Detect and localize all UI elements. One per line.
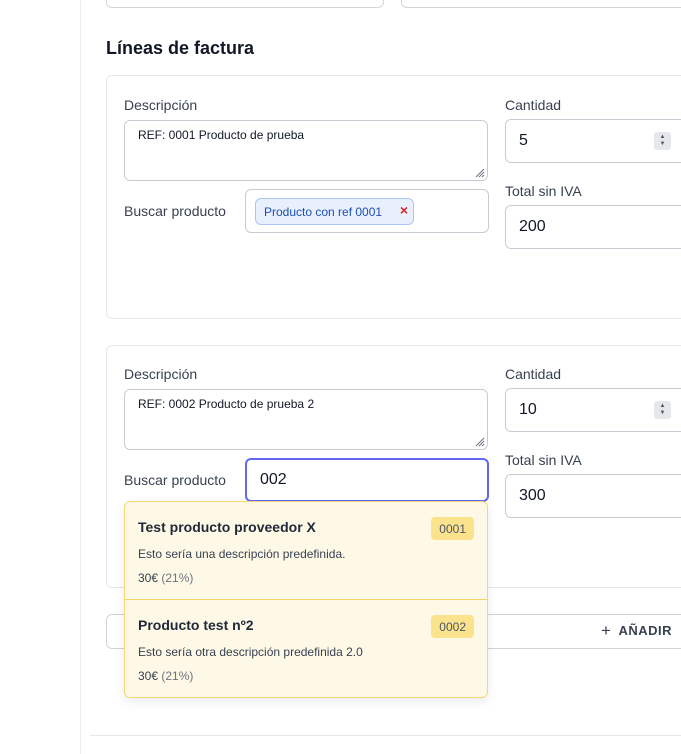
- total-value: 300: [519, 487, 546, 504]
- product-option-description: Esto sería una descripción predefinida.: [138, 547, 346, 561]
- product-search-input[interactable]: 002: [245, 458, 489, 502]
- product-suggestions-dropdown: Test producto proveedor X 0001 Esto serí…: [124, 501, 488, 698]
- product-option-price: 30€ (21%): [138, 571, 193, 585]
- resize-grip-icon[interactable]: [473, 166, 485, 178]
- previous-field-right[interactable]: [401, 0, 681, 8]
- product-ref-badge: 0002: [431, 615, 474, 638]
- selected-product-chip: Producto con ref 0001 ×: [255, 198, 414, 225]
- product-search-input[interactable]: Producto con ref 0001 ×: [245, 189, 489, 233]
- page-divider: [80, 0, 81, 754]
- product-ref-badge: 0001: [431, 517, 474, 540]
- selected-product-label: Producto con ref 0001: [264, 204, 383, 219]
- search-product-label: Buscar producto: [124, 472, 226, 488]
- add-line-label: AÑADIR: [618, 623, 672, 638]
- form-bottom-divider: [90, 735, 681, 736]
- price-value: 30€: [138, 669, 159, 683]
- total-label: Total sin IVA: [505, 452, 582, 468]
- section-title: Líneas de factura: [106, 38, 255, 58]
- description-label: Descripción: [124, 97, 198, 113]
- add-line-button[interactable]: + AÑADIR: [601, 620, 672, 640]
- description-textarea[interactable]: REF: 0002 Producto de prueba 2: [124, 389, 488, 450]
- stepper-arrows-icon[interactable]: ▲ ▼: [654, 401, 671, 419]
- price-value: 30€: [138, 571, 159, 585]
- product-option-title: Producto test nº2: [138, 617, 254, 633]
- description-textarea[interactable]: REF: 0001 Producto de prueba: [124, 120, 488, 181]
- product-option-title: Test producto proveedor X: [138, 519, 316, 535]
- previous-field-left[interactable]: [106, 0, 384, 8]
- invoice-line-card: Descripción REF: 0001 Producto de prueba…: [106, 75, 681, 319]
- description-text: REF: 0001 Producto de prueba: [138, 128, 305, 142]
- quantity-value: 10: [519, 401, 537, 418]
- quantity-label: Cantidad: [505, 366, 562, 382]
- quantity-value: 5: [519, 132, 528, 149]
- quantity-stepper[interactable]: 10 ▲ ▼: [505, 388, 681, 432]
- product-option[interactable]: Producto test nº2 0002 Esto sería otra d…: [125, 600, 487, 697]
- remove-product-icon[interactable]: ×: [400, 202, 408, 218]
- product-option-description: Esto sería otra descripción predefinida …: [138, 645, 363, 659]
- tax-rate: (21%): [161, 669, 194, 683]
- total-value: 200: [519, 218, 546, 235]
- total-input[interactable]: 300: [505, 474, 681, 518]
- search-product-label: Buscar producto: [124, 203, 226, 219]
- description-label: Descripción: [124, 366, 198, 382]
- resize-grip-icon[interactable]: [473, 435, 485, 447]
- stepper-arrows-icon[interactable]: ▲ ▼: [654, 132, 671, 150]
- tax-rate: (21%): [161, 571, 194, 585]
- plus-icon: +: [601, 620, 612, 640]
- product-option-price: 30€ (21%): [138, 669, 193, 683]
- search-query: 002: [260, 471, 287, 488]
- quantity-label: Cantidad: [505, 97, 562, 113]
- total-input[interactable]: 200: [505, 205, 681, 249]
- quantity-stepper[interactable]: 5 ▲ ▼: [505, 119, 681, 163]
- product-option[interactable]: Test producto proveedor X 0001 Esto serí…: [125, 502, 487, 600]
- description-text: REF: 0002 Producto de prueba 2: [138, 397, 315, 411]
- total-label: Total sin IVA: [505, 183, 582, 199]
- page-margin: [0, 0, 80, 754]
